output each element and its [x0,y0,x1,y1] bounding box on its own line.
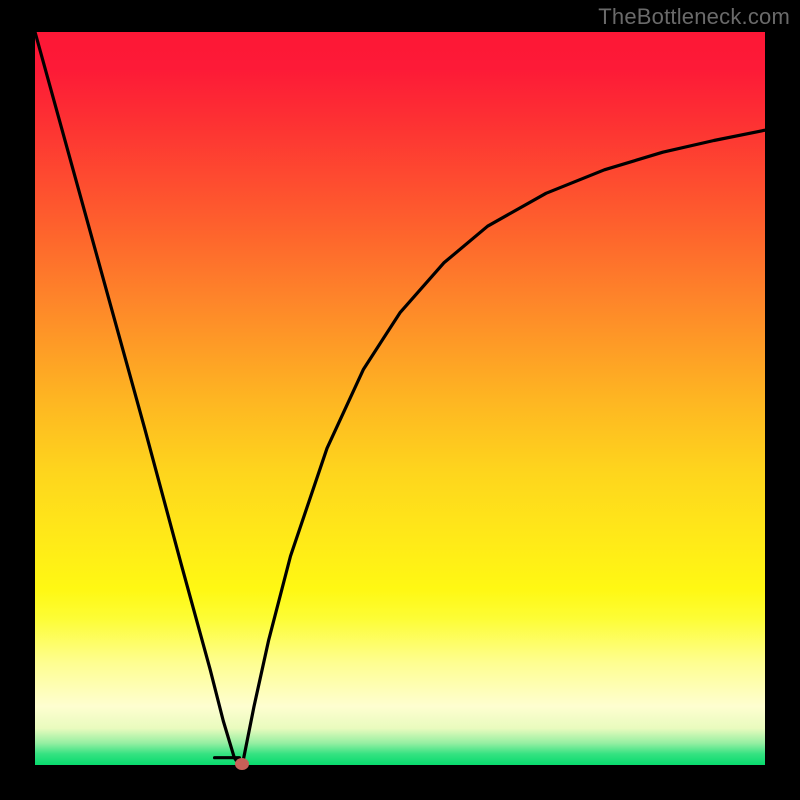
plot-area [35,32,765,765]
curve-path [35,32,765,765]
bottleneck-curve [35,32,765,765]
marker-dot [235,758,249,770]
chart-frame: TheBottleneck.com [0,0,800,800]
watermark-text: TheBottleneck.com [598,4,790,30]
